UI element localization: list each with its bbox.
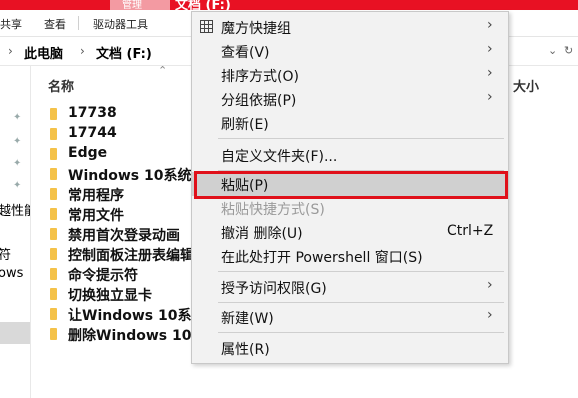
folder-icon bbox=[50, 248, 57, 260]
file-name: 删除Windows 10 bbox=[68, 328, 192, 344]
chevron-right-icon: › bbox=[80, 44, 85, 58]
file-row[interactable]: 命令提示符 bbox=[48, 265, 198, 284]
menu-item-customize-folder[interactable]: 自定义文件夹(F)... bbox=[192, 143, 508, 167]
file-name: 命令提示符 bbox=[68, 268, 138, 284]
file-row[interactable]: 常用程序 bbox=[48, 185, 198, 204]
nav-selected-item[interactable] bbox=[0, 322, 30, 344]
folder-icon bbox=[50, 268, 57, 280]
menu-item-label: 撤消 删除(U) bbox=[221, 226, 303, 242]
chevron-down-icon[interactable]: ⌄ bbox=[548, 44, 557, 57]
folder-icon bbox=[50, 128, 57, 140]
menu-item-label: 魔方快捷组 bbox=[221, 21, 291, 37]
breadcrumb-this-pc[interactable]: 此电脑 bbox=[24, 43, 63, 62]
folder-icon bbox=[50, 228, 57, 240]
menu-item-label: 粘贴快捷方式(S) bbox=[221, 202, 325, 218]
menu-separator bbox=[218, 138, 504, 139]
folder-icon bbox=[50, 188, 57, 200]
file-row[interactable]: 删除Windows 10 bbox=[48, 325, 198, 344]
nav-item-label[interactable]: ows bbox=[0, 266, 23, 281]
submenu-arrow-icon: › bbox=[487, 41, 493, 57]
menu-item-group-by[interactable]: 分组依据(P) › bbox=[192, 87, 508, 111]
menu-item-new[interactable]: 新建(W) › bbox=[192, 305, 508, 329]
menu-item-properties[interactable]: 属性(R) bbox=[192, 336, 508, 360]
file-row[interactable]: 禁用首次登录动画 bbox=[48, 225, 198, 244]
menu-item-label: 查看(V) bbox=[221, 45, 270, 61]
file-name: 控制面板注册表编辑 bbox=[68, 248, 194, 264]
tab-separator bbox=[78, 16, 79, 30]
menu-item-refresh[interactable]: 刷新(E) bbox=[192, 111, 508, 135]
pin-icon: ✦ bbox=[13, 112, 22, 123]
pin-icon: ✦ bbox=[13, 180, 22, 191]
menu-item-mofang[interactable]: 魔方快捷组 › bbox=[192, 15, 508, 39]
folder-icon bbox=[50, 208, 57, 220]
file-name: 禁用首次登录动画 bbox=[68, 228, 180, 244]
file-row[interactable]: 让Windows 10系 bbox=[48, 305, 198, 324]
menu-item-label: 授予访问权限(G) bbox=[221, 281, 327, 297]
menu-item-label: 在此处打开 Powershell 窗口(S) bbox=[221, 250, 423, 266]
file-row[interactable]: 切换独立显卡 bbox=[48, 285, 198, 304]
title-bar: 管理 文档 (F:) bbox=[0, 0, 578, 13]
file-row[interactable]: Windows 10系统 bbox=[48, 165, 198, 184]
menu-item-label: 属性(R) bbox=[221, 342, 270, 358]
file-row[interactable]: 17738 bbox=[48, 105, 198, 124]
file-name: 常用文件 bbox=[68, 208, 124, 224]
pin-icon: ✦ bbox=[13, 158, 22, 169]
menu-item-paste-shortcut: 粘贴快捷方式(S) bbox=[192, 196, 508, 220]
grid-icon bbox=[200, 20, 213, 33]
tab-drive-tools[interactable]: 驱动器工具 bbox=[93, 16, 148, 32]
menu-item-grant-access[interactable]: 授予访问权限(G) › bbox=[192, 275, 508, 299]
column-header-name[interactable]: 名称 bbox=[48, 76, 74, 95]
file-row[interactable]: 17744 bbox=[48, 125, 198, 144]
menu-item-label: 排序方式(O) bbox=[221, 69, 299, 85]
menu-item-sort-by[interactable]: 排序方式(O) › bbox=[192, 63, 508, 87]
file-name: 17738 bbox=[68, 105, 117, 121]
breadcrumb-drive[interactable]: 文档 (F:) bbox=[96, 43, 152, 62]
folder-icon bbox=[50, 308, 57, 320]
file-row[interactable]: 常用文件 bbox=[48, 205, 198, 224]
chevron-right-icon: › bbox=[8, 44, 13, 58]
folder-icon bbox=[50, 328, 57, 340]
submenu-arrow-icon: › bbox=[487, 89, 493, 105]
file-name: 切换独立显卡 bbox=[68, 288, 152, 304]
menu-separator bbox=[218, 332, 504, 333]
menu-item-label: 刷新(E) bbox=[221, 117, 269, 133]
nav-item-label[interactable]: 符 bbox=[0, 244, 11, 263]
menu-separator bbox=[218, 271, 504, 272]
menu-item-shortcut: Ctrl+Z bbox=[447, 223, 494, 239]
file-row[interactable]: Edge bbox=[48, 145, 198, 164]
folder-icon bbox=[50, 148, 57, 160]
navigation-pane: ✦ ✦ ✦ ✦ 越性能 符 ows bbox=[0, 66, 31, 398]
column-header-size[interactable]: 大小 bbox=[513, 76, 539, 95]
menu-item-paste[interactable]: 粘贴(P) bbox=[192, 171, 508, 199]
submenu-arrow-icon: › bbox=[487, 65, 493, 81]
menu-separator bbox=[218, 302, 504, 303]
menu-item-view[interactable]: 查看(V) › bbox=[192, 39, 508, 63]
file-name: 让Windows 10系 bbox=[68, 308, 192, 324]
sort-up-icon: ⌃ bbox=[158, 64, 168, 77]
submenu-arrow-icon: › bbox=[487, 17, 493, 33]
menu-item-label: 新建(W) bbox=[221, 311, 274, 327]
file-row[interactable]: 控制面板注册表编辑 bbox=[48, 245, 198, 264]
context-menu: 魔方快捷组 › 查看(V) › 排序方式(O) › 分组依据(P) › 刷新(E… bbox=[191, 11, 509, 364]
file-name: Edge bbox=[68, 145, 108, 161]
refresh-icon[interactable]: ↻ bbox=[564, 44, 573, 57]
menu-item-label: 粘贴(P) bbox=[221, 178, 269, 194]
menu-item-label: 自定义文件夹(F)... bbox=[221, 149, 338, 165]
menu-item-label: 分组依据(P) bbox=[221, 93, 297, 109]
folder-icon bbox=[50, 108, 57, 120]
folder-icon bbox=[50, 168, 57, 180]
pin-icon: ✦ bbox=[13, 136, 22, 147]
tab-view[interactable]: 查看 bbox=[44, 16, 66, 32]
file-name: 17744 bbox=[68, 125, 117, 141]
folder-icon bbox=[50, 288, 57, 300]
submenu-arrow-icon: › bbox=[487, 277, 493, 293]
submenu-arrow-icon: › bbox=[487, 307, 493, 323]
file-name: Windows 10系统 bbox=[68, 168, 192, 184]
tab-share[interactable]: 共享 bbox=[0, 16, 22, 32]
context-tab[interactable]: 管理 bbox=[110, 0, 170, 11]
nav-item-label[interactable]: 越性能 bbox=[0, 200, 30, 219]
menu-item-undo-delete[interactable]: 撤消 删除(U) Ctrl+Z bbox=[192, 220, 508, 244]
menu-item-open-powershell[interactable]: 在此处打开 Powershell 窗口(S) bbox=[192, 244, 508, 268]
file-name: 常用程序 bbox=[68, 188, 124, 204]
